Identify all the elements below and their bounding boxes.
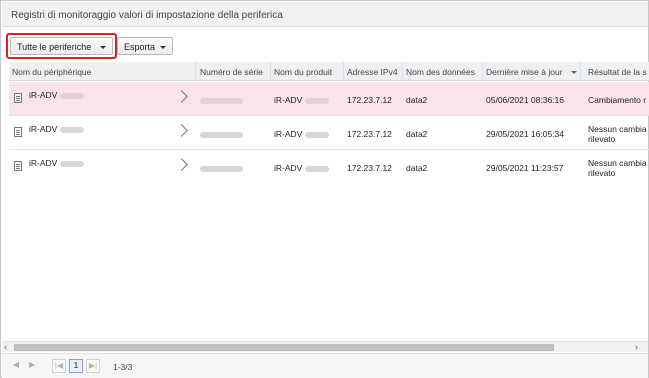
cell-last-update: 05/06/2021 08:36:16 [486,95,564,105]
column-divider [270,62,271,81]
toolbar: Tutte le periferiche Esporta [2,27,648,61]
caret-down-icon [100,46,106,49]
cell-result: Nessun cambia [588,124,647,134]
export-label: Esporta [124,42,156,52]
cell-last-update: 29/05/2021 11:23:57 [486,163,564,173]
chevron-right-icon[interactable] [175,158,188,171]
cell-device-name: iR-ADV [29,158,84,168]
horizontal-scrollbar[interactable]: ‹ › [2,341,648,352]
cell-ipv4: 172.23.7.12 [347,129,392,139]
pagination-bar: ◀ ▶ |◀ 1 ▶| 1-3/3 [2,353,648,378]
cell-device-name: iR-ADV [29,124,84,134]
table-row[interactable]: iR-ADV iR-ADV 172.23.7.12 data2 29/05/20… [9,116,649,150]
chevron-right-icon[interactable] [175,90,188,103]
table-row[interactable]: iR-ADV iR-ADV 172.23.7.12 data2 05/06/20… [9,82,649,116]
last-page-button[interactable]: ▶| [86,359,100,373]
cell-data-name: data2 [406,95,428,105]
table-row[interactable]: iR-ADV iR-ADV 172.23.7.12 data2 29/05/20… [9,150,649,182]
device-filter-dropdown[interactable]: Tutte le periferiche [10,37,113,55]
title-bar: Registri di monitoraggio valori di impos… [2,2,648,27]
cell-data-name: data2 [406,129,428,139]
cell-result: Cambiamento r [588,95,647,105]
cell-product: iR-ADV [274,163,329,173]
cell-ipv4: 172.23.7.12 [347,163,392,173]
column-divider [343,62,344,81]
column-header-last-update[interactable]: Dernière mise à jour [486,67,563,77]
column-header-result[interactable]: Résultat de la s [588,67,647,77]
cell-product: iR-ADV [274,95,329,105]
device-filter-label: Tutte le periferiche [17,42,92,52]
column-header-ipv4[interactable]: Adresse IPv4 [347,67,398,77]
cell-device-name: iR-ADV [29,90,84,100]
column-header-data-name[interactable]: Nom des données [406,67,475,77]
page-range-text: 1-3/3 [113,362,133,372]
cell-product: iR-ADV [274,129,329,139]
column-header-device-name[interactable]: Nom du périphérique [12,67,91,77]
page-title: Registri di monitoraggio valori di impos… [11,10,283,21]
table-header: Nom du périphérique Numéro de série Nom … [9,62,649,81]
logs-table: Nom du périphérique Numéro de série Nom … [9,62,649,182]
prev-page-icon[interactable]: ◀ [9,359,23,373]
cell-data-name: data2 [406,163,428,173]
column-divider [580,62,581,81]
device-icon [14,161,22,171]
device-icon [14,127,22,137]
column-header-product[interactable]: Nom du produit [274,67,332,77]
chevron-right-icon[interactable] [175,124,188,137]
cell-result-line2: rilevato [588,134,616,144]
cell-serial [200,95,243,105]
caret-down-icon [160,46,166,49]
next-page-icon[interactable]: ▶ [25,359,39,373]
first-page-button[interactable]: |◀ [52,359,66,373]
scrollbar-thumb[interactable] [14,344,554,351]
cell-serial [200,129,243,139]
cell-result: Nessun cambia [588,158,647,168]
scroll-left-icon[interactable]: ‹ [4,342,7,353]
cell-last-update: 29/05/2021 16:05:34 [486,129,564,139]
sort-desc-icon[interactable] [571,71,577,74]
column-divider [402,62,403,81]
export-dropdown[interactable]: Esporta [117,37,173,55]
device-icon [14,93,22,103]
scroll-right-icon[interactable]: › [635,342,638,353]
cell-result-line2: rilevato [588,168,616,178]
column-header-serial[interactable]: Numéro de série [200,67,263,77]
current-page-button[interactable]: 1 [69,359,83,373]
window: Registri di monitoraggio valori di impos… [0,0,649,378]
cell-ipv4: 172.23.7.12 [347,95,392,105]
cell-serial [200,163,243,173]
column-divider [195,62,196,81]
column-divider [482,62,483,81]
